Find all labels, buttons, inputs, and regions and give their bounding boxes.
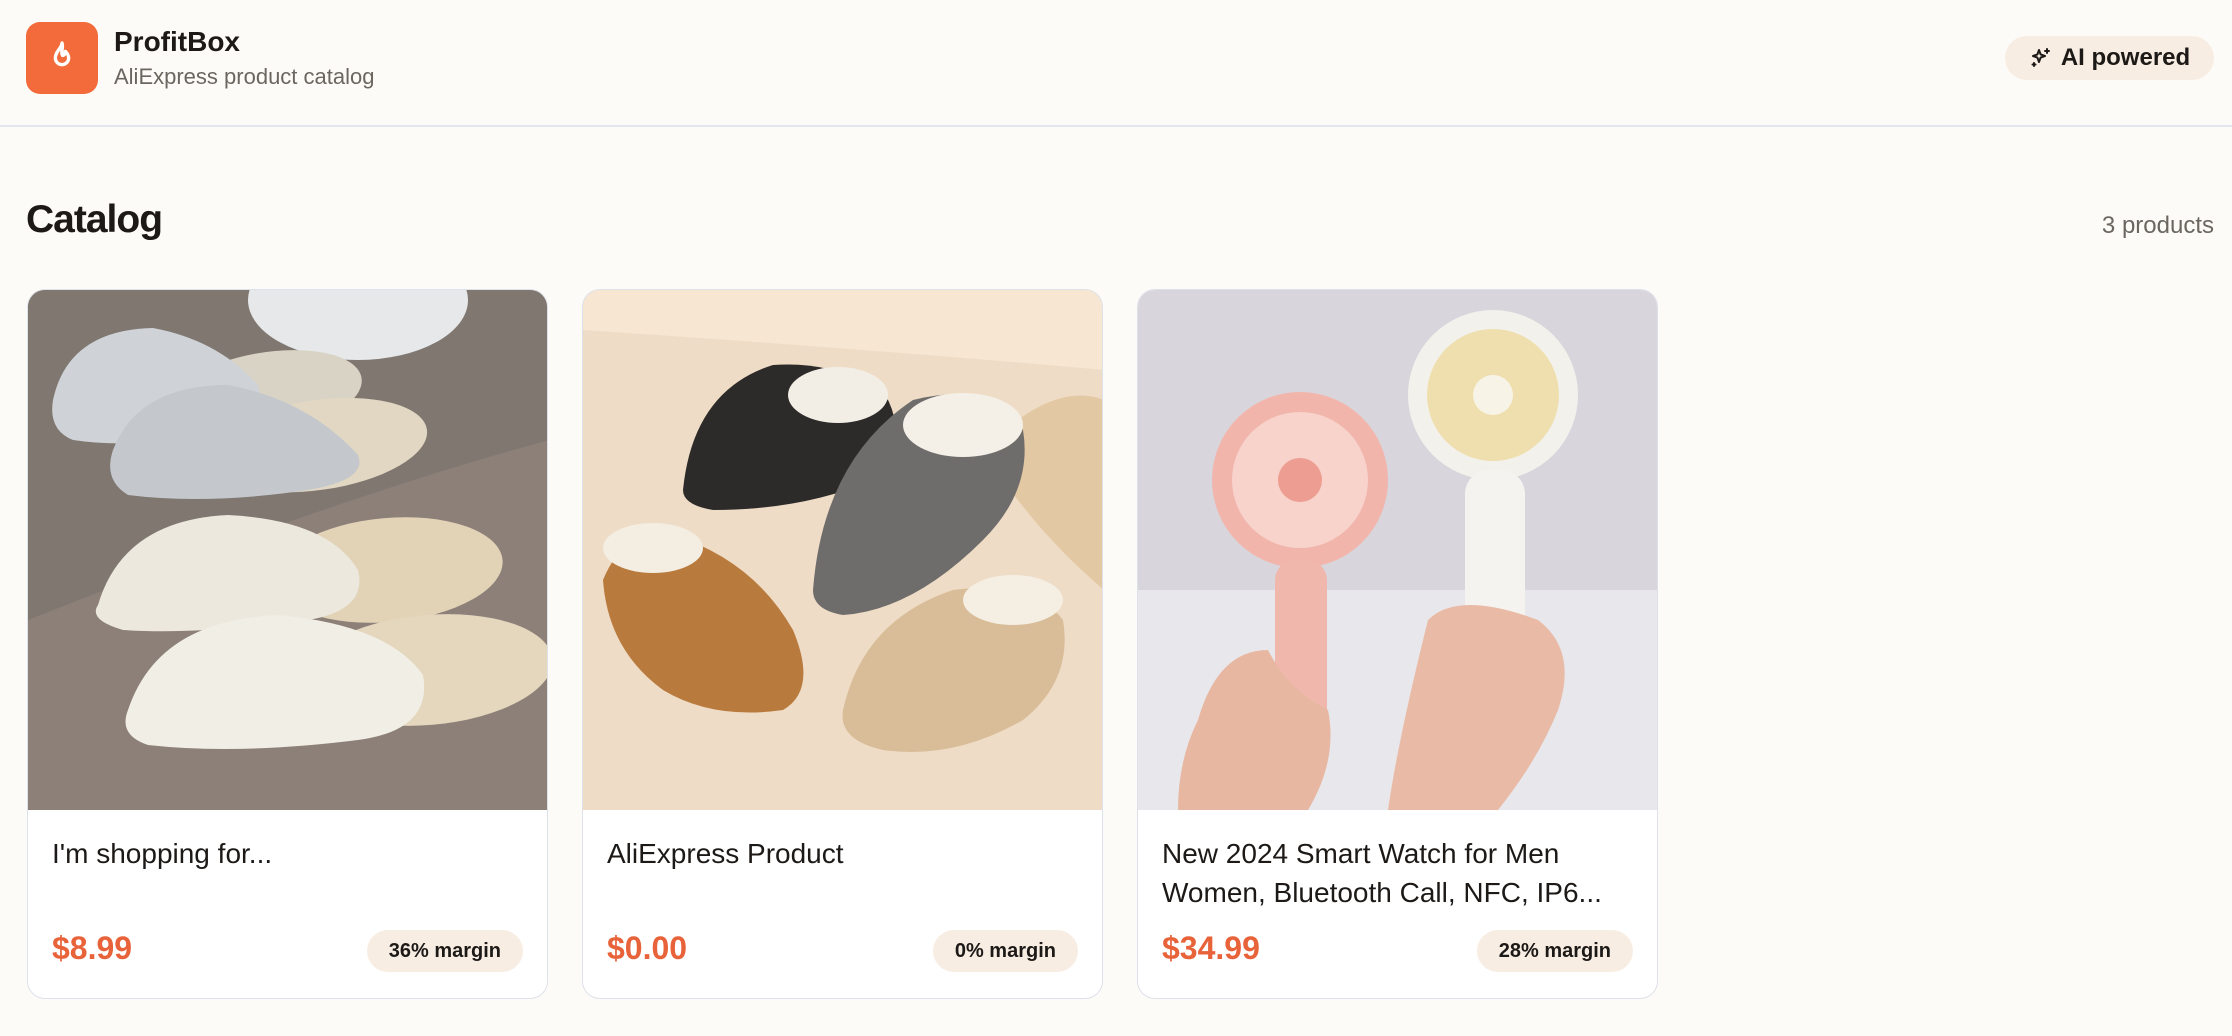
- ai-powered-badge: AI powered: [2005, 36, 2214, 80]
- product-title[interactable]: AliExpress Product: [607, 834, 1077, 873]
- product-title[interactable]: I'm shopping for...: [52, 834, 522, 873]
- product-image[interactable]: [28, 290, 547, 810]
- product-card[interactable]: New 2024 Smart Watch for Men Women, Blue…: [1137, 289, 1658, 999]
- product-title[interactable]: New 2024 Smart Watch for Men Women, Blue…: [1162, 834, 1632, 912]
- product-card[interactable]: AliExpress Product $0.00 0% margin: [582, 289, 1103, 999]
- product-image[interactable]: [1138, 290, 1657, 810]
- product-count: 3 products: [2101, 212, 2214, 239]
- sparkles-icon: [2031, 48, 2050, 67]
- brand-subtitle: AliExpress product catalog: [114, 64, 375, 89]
- app-logo[interactable]: [26, 22, 98, 94]
- product-price: $34.99: [1162, 930, 1260, 966]
- product-image[interactable]: [583, 290, 1102, 810]
- margin-badge: 36% margin: [366, 930, 523, 972]
- product-card[interactable]: I'm shopping for... $8.99 36% margin: [27, 289, 548, 999]
- margin-badge: 28% margin: [1476, 930, 1633, 972]
- product-price: $8.99: [52, 930, 133, 966]
- margin-badge: 0% margin: [932, 930, 1078, 972]
- ai-badge-label: AI powered: [2060, 44, 2191, 71]
- flame-icon: [53, 41, 71, 67]
- brand-name: ProfitBox: [114, 26, 240, 57]
- product-price: $0.00: [607, 930, 688, 966]
- catalog-title: Catalog: [26, 198, 163, 241]
- top-bar: ProfitBox AliExpress product catalog AI …: [0, 0, 2232, 127]
